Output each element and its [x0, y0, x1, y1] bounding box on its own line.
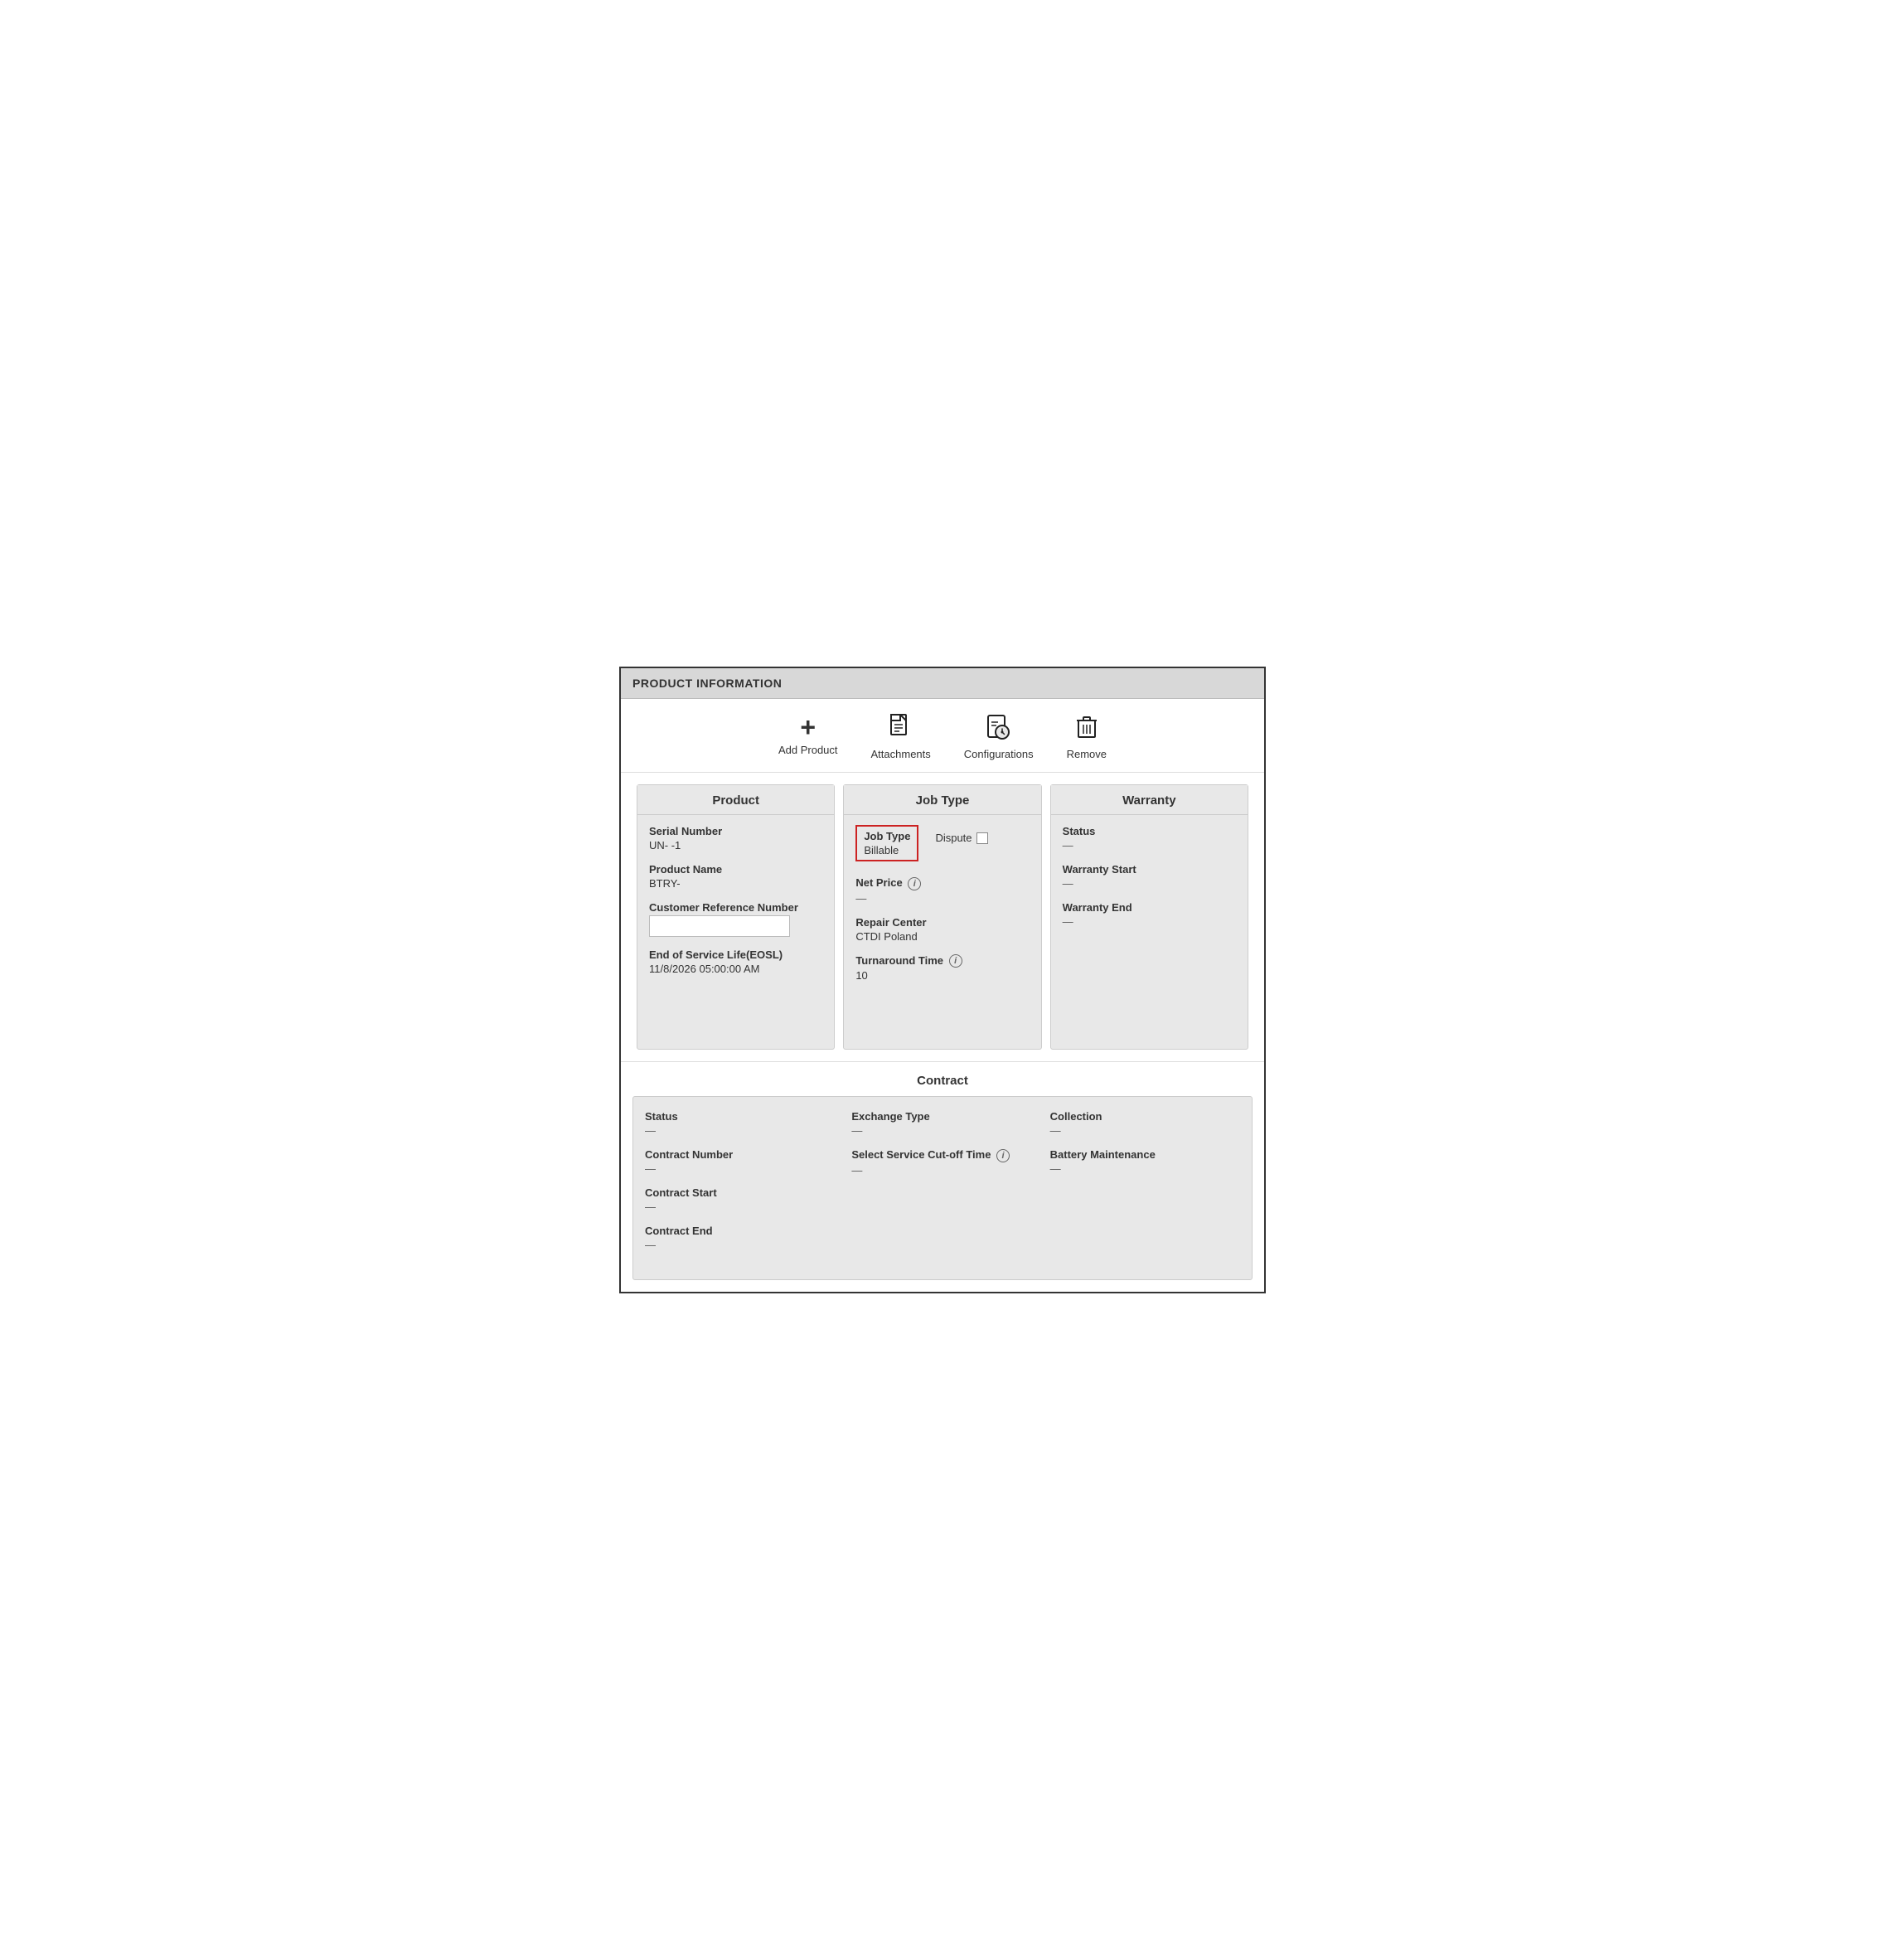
- net-price-value: —: [855, 892, 1029, 905]
- add-product-icon: +: [800, 714, 816, 740]
- repair-center-value: CTDI Poland: [855, 930, 1029, 943]
- battery-maintenance-label: Battery Maintenance: [1050, 1148, 1232, 1161]
- serial-number-field: Serial Number UN- -1: [649, 825, 822, 851]
- warranty-end-field: Warranty End —: [1063, 901, 1236, 928]
- contract-number-field: Contract Number —: [645, 1148, 835, 1175]
- collection-field: Collection —: [1050, 1110, 1232, 1137]
- turnaround-time-info-icon: i: [949, 954, 962, 968]
- remove-icon: [1075, 714, 1098, 745]
- battery-maintenance-field: Battery Maintenance —: [1050, 1148, 1232, 1175]
- repair-center-label: Repair Center: [855, 916, 1029, 929]
- product-panel: Product Serial Number UN- -1 Product Nam…: [637, 784, 835, 1050]
- product-name-field: Product Name BTRY-: [649, 863, 822, 890]
- net-price-info-icon: i: [908, 877, 921, 890]
- toolbar: + Add Product Attachments: [621, 699, 1264, 773]
- job-type-label: Job Type: [864, 830, 910, 842]
- customer-reference-field: Customer Reference Number: [649, 901, 822, 937]
- warranty-end-value: —: [1063, 915, 1236, 928]
- remove-label: Remove: [1067, 748, 1107, 760]
- eosl-label: End of Service Life(EOSL): [649, 948, 822, 961]
- attachments-label: Attachments: [871, 748, 931, 760]
- add-product-button[interactable]: + Add Product: [778, 714, 838, 760]
- battery-maintenance-value: —: [1050, 1162, 1232, 1175]
- eosl-value: 11/8/2026 05:00:00 AM: [649, 963, 822, 975]
- repair-center-field: Repair Center CTDI Poland: [855, 916, 1029, 943]
- configurations-button[interactable]: Configurations: [964, 714, 1034, 760]
- warranty-panel-body: Status — Warranty Start — Warranty End —: [1051, 815, 1248, 949]
- job-type-box: Job Type Billable: [855, 825, 918, 865]
- job-type-panel: Job Type Job Type Billable Dispute: [843, 784, 1041, 1050]
- product-name-label: Product Name: [649, 863, 822, 876]
- contract-panel: Status — Contract Number — Contract Star…: [632, 1096, 1253, 1280]
- section-header: PRODUCT INFORMATION: [621, 668, 1264, 699]
- contract-col-2: Exchange Type — Select Service Cut-off T…: [843, 1110, 1041, 1263]
- net-price-field: Net Price i —: [855, 876, 1029, 905]
- warranty-panel-title: Warranty: [1051, 785, 1248, 815]
- product-name-value: BTRY-: [649, 877, 822, 890]
- collection-value: —: [1050, 1124, 1232, 1137]
- turnaround-time-value: 10: [855, 969, 1029, 982]
- warranty-end-label: Warranty End: [1063, 901, 1236, 914]
- warranty-start-label: Warranty Start: [1063, 863, 1236, 876]
- exchange-type-label: Exchange Type: [851, 1110, 1033, 1123]
- contract-status-value: —: [645, 1124, 835, 1137]
- configurations-label: Configurations: [964, 748, 1034, 760]
- contract-title: Contract: [632, 1074, 1253, 1088]
- panels-row: Product Serial Number UN- -1 Product Nam…: [621, 773, 1264, 1062]
- customer-reference-label: Customer Reference Number: [649, 901, 822, 914]
- product-information-container: PRODUCT INFORMATION + Add Product Attach…: [619, 667, 1266, 1293]
- job-type-panel-title: Job Type: [844, 785, 1040, 815]
- serial-number-label: Serial Number: [649, 825, 822, 837]
- net-price-label: Net Price i: [855, 876, 1029, 890]
- contract-start-field: Contract Start —: [645, 1186, 835, 1213]
- job-type-row: Job Type Billable Dispute: [855, 825, 1029, 865]
- customer-reference-input[interactable]: [649, 915, 790, 937]
- contract-number-value: —: [645, 1162, 835, 1175]
- warranty-status-label: Status: [1063, 825, 1236, 837]
- warranty-status-value: —: [1063, 839, 1236, 851]
- warranty-start-value: —: [1063, 877, 1236, 890]
- dispute-label: Dispute: [935, 832, 972, 844]
- warranty-panel: Warranty Status — Warranty Start — Warra…: [1050, 784, 1248, 1050]
- product-panel-body: Serial Number UN- -1 Product Name BTRY- …: [637, 815, 834, 997]
- dispute-area: Dispute: [935, 832, 987, 844]
- product-panel-title: Product: [637, 785, 834, 815]
- job-type-field: Job Type Billable Dispute: [855, 825, 1029, 865]
- contract-section: Contract Status — Contract Number — Cont…: [621, 1062, 1264, 1292]
- service-cutoff-field: Select Service Cut-off Time i —: [851, 1148, 1033, 1176]
- remove-button[interactable]: Remove: [1067, 714, 1107, 760]
- job-type-panel-body: Job Type Billable Dispute Net Price i: [844, 815, 1040, 1003]
- contract-end-value: —: [645, 1239, 835, 1251]
- contract-grid: Status — Contract Number — Contract Star…: [645, 1110, 1240, 1263]
- turnaround-time-label: Turnaround Time i: [855, 954, 1029, 968]
- add-product-label: Add Product: [778, 744, 838, 756]
- configurations-icon: [986, 714, 1011, 745]
- exchange-type-field: Exchange Type —: [851, 1110, 1033, 1137]
- contract-col-1: Status — Contract Number — Contract Star…: [645, 1110, 843, 1263]
- contract-start-value: —: [645, 1201, 835, 1213]
- contract-col-3: Collection — Battery Maintenance —: [1042, 1110, 1240, 1263]
- contract-start-label: Contract Start: [645, 1186, 835, 1199]
- section-title: PRODUCT INFORMATION: [632, 677, 782, 690]
- collection-label: Collection: [1050, 1110, 1232, 1123]
- warranty-start-field: Warranty Start —: [1063, 863, 1236, 890]
- service-cutoff-info-icon: i: [996, 1149, 1010, 1162]
- service-cutoff-label: Select Service Cut-off Time i: [851, 1148, 1033, 1162]
- dispute-checkbox[interactable]: [976, 832, 988, 844]
- contract-status-field: Status —: [645, 1110, 835, 1137]
- attachments-button[interactable]: Attachments: [871, 714, 931, 760]
- exchange-type-value: —: [851, 1124, 1033, 1137]
- service-cutoff-value: —: [851, 1164, 1033, 1176]
- eosl-field: End of Service Life(EOSL) 11/8/2026 05:0…: [649, 948, 822, 975]
- serial-number-value: UN- -1: [649, 839, 822, 851]
- turnaround-time-field: Turnaround Time i 10: [855, 954, 1029, 982]
- contract-end-field: Contract End —: [645, 1225, 835, 1251]
- contract-status-label: Status: [645, 1110, 835, 1123]
- contract-end-label: Contract End: [645, 1225, 835, 1237]
- contract-number-label: Contract Number: [645, 1148, 835, 1161]
- warranty-status-field: Status —: [1063, 825, 1236, 851]
- attachments-icon: [889, 714, 913, 745]
- job-type-value: Billable: [864, 844, 910, 856]
